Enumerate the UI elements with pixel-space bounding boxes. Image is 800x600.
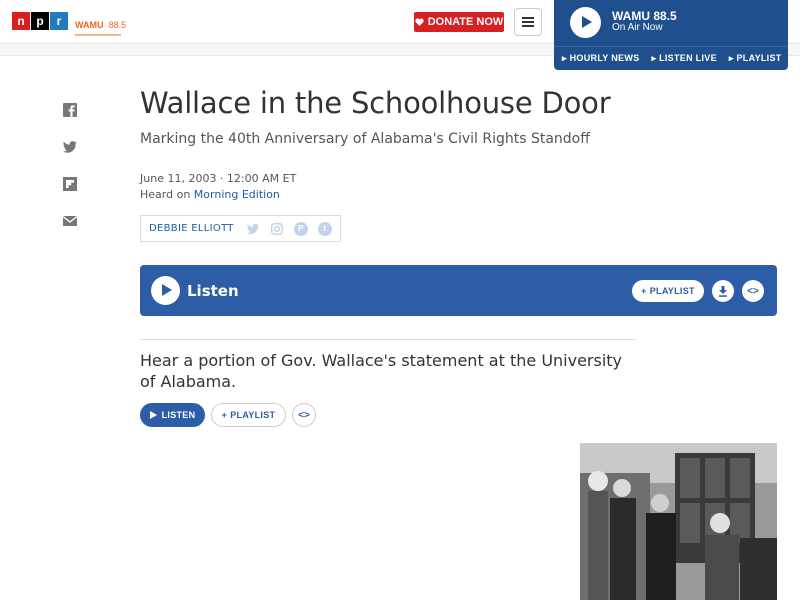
- twitter-icon[interactable]: [246, 222, 260, 236]
- facebook-icon[interactable]: [62, 102, 78, 118]
- twitter-icon[interactable]: [62, 139, 78, 155]
- instagram-icon[interactable]: [270, 222, 284, 236]
- email-icon[interactable]: [62, 213, 78, 229]
- story-date: June 11, 2003 · 12:00 AM ET: [140, 172, 297, 185]
- hamburger-icon: [522, 17, 534, 19]
- plus-icon: +: [641, 286, 647, 296]
- podcast-icon[interactable]: P: [293, 221, 308, 236]
- story-subtitle: Marking the 40th Anniversary of Alabama'…: [140, 131, 590, 147]
- heard-on-show-link[interactable]: Morning Edition: [194, 188, 280, 201]
- playlist-link-label: PLAYLIST: [736, 53, 782, 63]
- hourly-news-label: HOURLY NEWS: [569, 53, 640, 63]
- heard-on-prefix: Heard on: [140, 188, 194, 201]
- npr-logo-n: n: [12, 12, 30, 30]
- share-tools: [62, 102, 78, 250]
- embed-icon: <>: [747, 285, 759, 297]
- flipboard-icon[interactable]: [62, 176, 78, 192]
- hamburger-icon-line: [522, 25, 534, 27]
- player-links: ▸ HOURLY NEWS ▸ LISTEN LIVE ▸ PLAYLIST: [554, 46, 788, 70]
- download-button[interactable]: [712, 280, 734, 302]
- tumblr-icon[interactable]: t: [317, 221, 332, 236]
- heard-on: Heard on Morning Edition: [140, 188, 280, 201]
- story-title: Wallace in the Schoolhouse Door: [140, 86, 611, 120]
- embed-icon: <>: [298, 409, 310, 421]
- byline: DEBBIE ELLIOTT P t: [140, 215, 341, 242]
- npr-logo-r: r: [50, 12, 68, 30]
- story-photo[interactable]: [580, 443, 777, 600]
- wamu-logo-tagline: [75, 34, 121, 36]
- listen-button-label: LISTEN: [161, 410, 196, 420]
- live-player: WAMU 88.5 On Air Now ▸ HOURLY NEWS ▸ LIS…: [554, 0, 788, 70]
- add-to-playlist-button[interactable]: + PLAYLIST: [632, 280, 704, 302]
- live-play-button[interactable]: [570, 7, 601, 38]
- listen-button[interactable]: LISTEN: [140, 403, 205, 427]
- embed-button-small[interactable]: <>: [292, 403, 316, 427]
- playlist-button[interactable]: + PLAYLIST: [211, 403, 286, 427]
- donate-label: DONATE NOW: [427, 16, 504, 28]
- playlist-link[interactable]: ▸ PLAYLIST: [729, 53, 782, 64]
- listen-label[interactable]: Listen: [187, 282, 239, 300]
- donate-button[interactable]: DONATE NOW: [414, 12, 504, 32]
- hamburger-icon-line: [522, 21, 534, 23]
- play-icon: [149, 411, 157, 419]
- playlist-button-label: PLAYLIST: [230, 410, 276, 420]
- plus-icon: +: [221, 410, 228, 420]
- player-status: On Air Now: [612, 22, 663, 33]
- author-link[interactable]: DEBBIE ELLIOTT: [149, 223, 234, 234]
- wamu-logo-name: WAMU: [75, 20, 104, 30]
- player-station: WAMU 88.5: [612, 9, 677, 23]
- hourly-news-link[interactable]: ▸ HOURLY NEWS: [562, 53, 639, 64]
- listen-live-link[interactable]: ▸ LISTEN LIVE: [651, 53, 716, 64]
- download-icon: [719, 285, 727, 297]
- listen-play-button[interactable]: [151, 276, 180, 305]
- menu-button[interactable]: [514, 8, 542, 36]
- wamu-logo[interactable]: WAMU 88.5: [75, 13, 126, 36]
- heart-icon: [415, 18, 424, 26]
- audio-caption: Hear a portion of Gov. Wallace's stateme…: [140, 351, 623, 391]
- embed-button[interactable]: <>: [742, 280, 764, 302]
- listen-bar: Listen + PLAYLIST <>: [140, 265, 777, 316]
- listen-live-label: LISTEN LIVE: [659, 53, 717, 63]
- playlist-label: PLAYLIST: [649, 286, 695, 296]
- divider: [140, 339, 636, 340]
- npr-logo-p: p: [31, 12, 49, 30]
- npr-logo[interactable]: n p r: [12, 12, 69, 30]
- wamu-logo-freq: 88.5: [108, 20, 127, 30]
